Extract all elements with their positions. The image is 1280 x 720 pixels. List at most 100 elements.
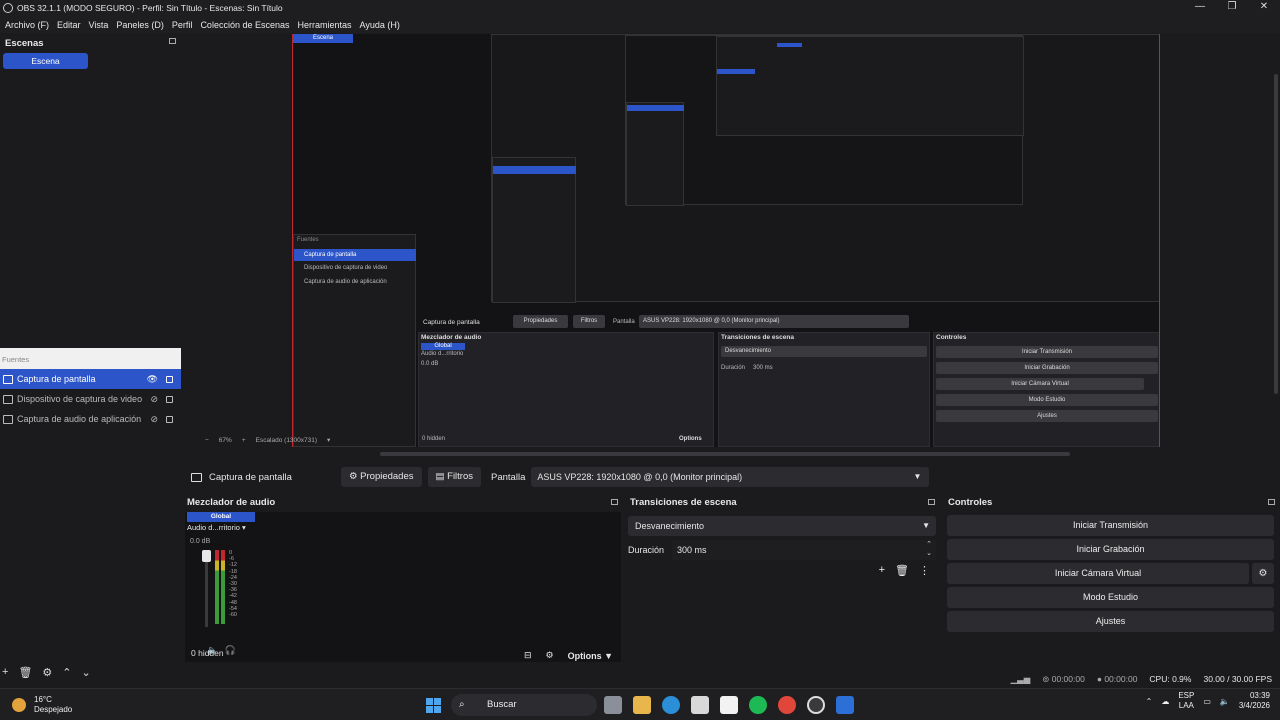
audio-mixer-title: Mezclador de audio — [187, 497, 276, 508]
scene-item-escena[interactable]: Escena — [3, 53, 88, 69]
lock-icon[interactable] — [166, 396, 173, 403]
source-item-screen-capture[interactable]: Captura de pantalla 👁 — [0, 369, 181, 389]
clock-time: 03:39 — [1249, 691, 1270, 700]
transition-select[interactable]: Desvanecimiento ▼ — [628, 516, 936, 536]
preview-vertical-scrollbar[interactable] — [1274, 74, 1278, 394]
volume-slider-handle[interactable] — [202, 550, 211, 562]
settings-icon[interactable]: ⚙ — [546, 650, 554, 661]
studio-mode-button[interactable]: Modo Estudio — [947, 587, 1274, 608]
transition-select-value: Desvanecimiento — [635, 521, 705, 531]
zoom-bar: − 67% + Escalado (1300x731) ▾ — [183, 433, 1280, 447]
spotify-icon[interactable] — [749, 696, 767, 714]
zoom-level: 67% — [218, 436, 232, 444]
filters-button[interactable]: ▤ Filtros — [427, 467, 482, 487]
taskbar-search[interactable]: ⌕ Buscar — [451, 694, 597, 716]
obs-taskbar-icon[interactable] — [807, 696, 825, 714]
audio-mixer-dock: Mezclador de audio Global Audio d...rrit… — [183, 494, 623, 666]
layout-icon[interactable]: ⊟ — [524, 650, 532, 661]
nested-source-3: Captura de audio de aplicación — [304, 279, 387, 285]
meter-scale-label: -18 — [229, 568, 237, 575]
undock-icon[interactable] — [1268, 499, 1275, 505]
virtual-camera-gear-icon[interactable]: ⚙ — [1252, 563, 1274, 584]
chevron-down-icon[interactable]: ▾ — [327, 436, 330, 444]
duration-spinner[interactable]: ⌃ ⌄ — [926, 540, 932, 558]
store-icon[interactable] — [691, 696, 709, 714]
nested-scene-tag: Escena — [293, 34, 353, 43]
volume-icon[interactable]: 🔈 — [1220, 697, 1230, 706]
add-transition-button[interactable]: + — [879, 564, 885, 577]
text-editor-icon[interactable] — [720, 696, 738, 714]
menu-herramientas[interactable]: Herramientas — [298, 20, 352, 30]
menu-perfil[interactable]: Perfil — [172, 20, 193, 30]
start-virtual-camera-button[interactable]: Iniciar Cámara Virtual — [947, 563, 1249, 584]
source-item-app-audio[interactable]: Captura de audio de aplicación ⊘ — [0, 409, 181, 429]
menu-editar[interactable]: Editar — [57, 20, 81, 30]
level-meter-left — [215, 550, 219, 624]
menu-ayuda[interactable]: Ayuda (H) — [360, 20, 400, 30]
minimize-button[interactable]: — — [1184, 0, 1216, 16]
hidden-eye-icon[interactable]: ⊘ — [150, 394, 158, 405]
language-indicator[interactable]: ESP LAA — [1178, 691, 1194, 711]
more-menu-icon[interactable]: ⋮ — [919, 564, 930, 577]
meter-scale-label: -12 — [229, 562, 237, 569]
menu-archivo[interactable]: Archivo (F) — [5, 20, 49, 30]
lock-icon[interactable] — [166, 376, 173, 383]
temperature: 16°C — [34, 695, 52, 704]
app-taskbar-icon[interactable] — [836, 696, 854, 714]
options-button[interactable]: Options ▼ — [568, 651, 613, 661]
menu-vista[interactable]: Vista — [89, 20, 109, 30]
preview-area[interactable]: Escena Fuentes Captura de pantalla Dispo… — [183, 34, 1280, 447]
weather-text: 16°C Despejado — [34, 695, 72, 715]
start-streaming-button[interactable]: Iniciar Transmisión — [947, 515, 1274, 536]
trash-icon[interactable]: 🗑 — [895, 564, 909, 577]
properties-label: Propiedades — [360, 471, 414, 482]
lock-icon[interactable] — [166, 416, 173, 423]
nested-audio-name: Audio d...rritorio — [421, 351, 464, 357]
close-button[interactable]: ✕ — [1248, 0, 1280, 16]
scale-label: Escalado (1300x731) — [255, 436, 318, 444]
hidden-eye-icon[interactable]: ⊘ — [150, 414, 158, 425]
nested-mixer: Mezclador de audio Global Audio d...rrit… — [418, 332, 714, 447]
nested-level-5-bar — [777, 43, 802, 47]
chevron-down-icon: ▼ — [922, 521, 930, 530]
task-view-icon[interactable] — [604, 696, 622, 714]
display-label: Pantalla — [491, 471, 526, 483]
preview-canvas[interactable]: Escena Fuentes Captura de pantalla Dispo… — [292, 34, 1160, 447]
volume-slider-track[interactable] — [205, 552, 208, 627]
maximize-button[interactable]: ❐ — [1216, 0, 1248, 16]
menu-coleccion-escenas[interactable]: Colección de Escenas — [200, 20, 289, 30]
zoom-in-button[interactable]: + — [242, 437, 246, 444]
audio-channel-name[interactable]: Audio d...rritorio ▾ — [187, 523, 246, 532]
chrome-icon[interactable] — [778, 696, 796, 714]
undock-icon[interactable] — [169, 38, 176, 44]
weather-condition: Despejado — [34, 705, 73, 714]
source-item-video-capture[interactable]: Dispositivo de captura de video ⊘ — [0, 389, 181, 409]
duration-input[interactable]: 300 ms ⌃ ⌄ — [672, 540, 936, 560]
nested-ctrl-title: Controles — [936, 334, 967, 341]
network-icon[interactable]: ☁ — [1161, 697, 1169, 706]
file-explorer-icon[interactable] — [633, 696, 651, 714]
transitions-title: Transiciones de escena — [630, 497, 737, 508]
start-recording-button[interactable]: Iniciar Grabación — [947, 539, 1274, 560]
properties-button[interactable]: ⚙ Propiedades — [341, 467, 422, 487]
zoom-out-button[interactable]: − — [205, 437, 209, 444]
menu-paneles[interactable]: Paneles (D) — [116, 20, 164, 30]
undock-icon[interactable] — [928, 499, 935, 505]
display-select[interactable]: ASUS VP228: 1920x1080 @ 0,0 (Monitor pri… — [531, 467, 930, 487]
nested-level-3-bar — [627, 105, 684, 111]
windows-start-icon[interactable] — [426, 698, 441, 713]
clock[interactable]: 03:39 3/4/2026 — [1239, 691, 1270, 711]
settings-button[interactable]: Ajustes — [947, 611, 1274, 632]
wifi-icon[interactable]: ▭ — [1203, 697, 1211, 706]
edge-browser-icon[interactable] — [662, 696, 680, 714]
preview-horizontal-scrollbar[interactable] — [380, 452, 1070, 456]
sources-header: Fuentes — [0, 348, 181, 369]
menu-bar: Archivo (F) Editar Vista Paneles (D) Per… — [0, 16, 1280, 33]
nested-dur-value: 300 ms — [753, 365, 773, 371]
undock-icon[interactable] — [611, 499, 618, 505]
nested-level-4-bar — [717, 69, 755, 74]
visibility-eye-icon[interactable]: 👁 — [147, 374, 158, 385]
weather-widget[interactable]: 16°C Despejado — [12, 695, 72, 715]
headphones-icon[interactable]: 🎧 — [225, 645, 236, 655]
chevron-up-icon[interactable]: ⌃ — [1146, 697, 1153, 706]
